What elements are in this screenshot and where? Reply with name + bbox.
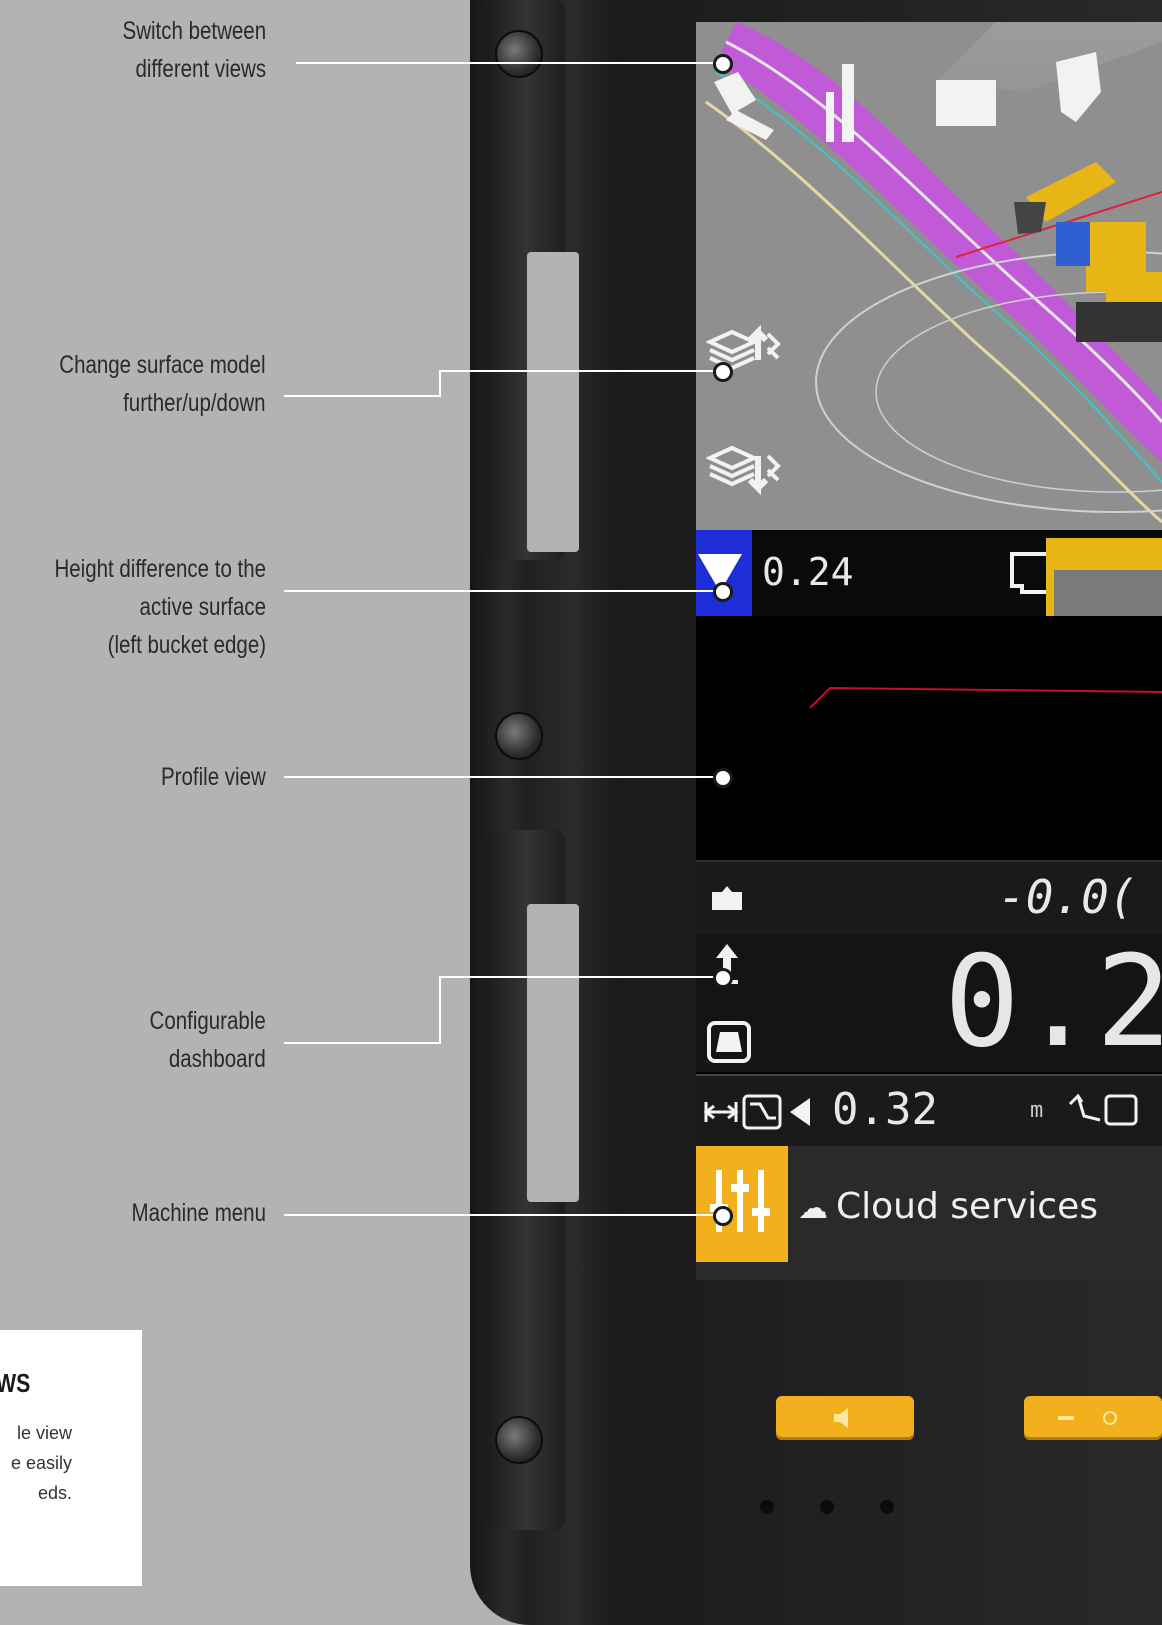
annotation-machine-menu: Machine menu <box>131 1199 266 1227</box>
callout-dot-profile-view <box>713 768 733 788</box>
dashboard-row-bottom[interactable]: 0.32 m <box>696 1074 1162 1148</box>
display-screen: 0.24 -0.0( 0.2 0.32 m ☁ Cloud services <box>696 22 1162 1280</box>
speaker-hole <box>820 1500 834 1514</box>
speaker-hole <box>880 1500 894 1514</box>
annotation-change-surface: Change surface model further/up/down <box>59 351 266 417</box>
speaker-icon <box>834 1408 848 1428</box>
annotation-configurable-dashboard: Configurable dashboard <box>149 1007 266 1073</box>
info-box-body: le view e easily eds. <box>10 1423 72 1503</box>
callout-dot-switch-views <box>713 54 733 74</box>
triangle-down-icon <box>698 554 742 592</box>
dashboard-main-value: 0.2 <box>944 928 1162 1075</box>
profile-line <box>809 686 1162 709</box>
callout-dot-machine-menu <box>713 1206 733 1226</box>
callout-dot-dashboard <box>713 968 733 988</box>
distance-icon <box>703 1094 810 1130</box>
dashboard-row-top[interactable]: -0.0( <box>696 860 1162 936</box>
machine-menu-button[interactable] <box>696 1146 788 1262</box>
3d-view[interactable] <box>696 22 1162 530</box>
view-icon-plan[interactable] <box>936 80 996 126</box>
screw <box>495 30 543 78</box>
dashboard-top-value: -0.0( <box>998 870 1137 924</box>
slope-icon <box>1068 1093 1138 1126</box>
brightness-icon <box>1058 1411 1117 1425</box>
bucket-edge-icon <box>707 1021 751 1063</box>
configurable-dashboard[interactable]: 0.2 <box>696 928 1162 1075</box>
cloud-services-label: Cloud services <box>836 1186 1098 1227</box>
surface-down-icon <box>705 445 781 496</box>
cloud-icon: ☁ <box>798 1191 828 1226</box>
screw <box>495 1416 543 1464</box>
callout-dot-change-surface <box>713 362 733 382</box>
brightness-down-button[interactable] <box>1024 1396 1162 1440</box>
height-indicator[interactable] <box>696 530 752 616</box>
annotation-profile-view: Profile view <box>161 763 266 791</box>
surface-down-button[interactable] <box>705 442 782 502</box>
screw <box>495 712 543 760</box>
volume-button[interactable] <box>776 1396 914 1440</box>
distance-value: 0.32 <box>832 1084 938 1135</box>
cut-fill-icon <box>712 886 742 910</box>
speaker-hole <box>760 1500 774 1514</box>
height-status-bar: 0.24 <box>696 530 1162 684</box>
housing-slot-bottom <box>527 904 579 1202</box>
annotation-height-difference: Height difference to the active surface (l… <box>54 555 266 659</box>
callout-dot-height-difference <box>713 582 733 602</box>
profile-view[interactable] <box>696 616 1162 860</box>
annotation-switch-views: Switch between different views <box>122 17 266 83</box>
cloud-services-status[interactable]: ☁ Cloud services <box>798 1186 1098 1227</box>
info-box: WS le view e easily eds. <box>0 1330 142 1586</box>
housing-slot-top <box>527 252 579 552</box>
height-difference-value: 0.24 <box>762 550 854 594</box>
distance-unit: m <box>1030 1098 1044 1123</box>
footer-bar: ☁ Cloud services <box>696 1146 1162 1280</box>
info-box-title: WS <box>0 1368 31 1398</box>
